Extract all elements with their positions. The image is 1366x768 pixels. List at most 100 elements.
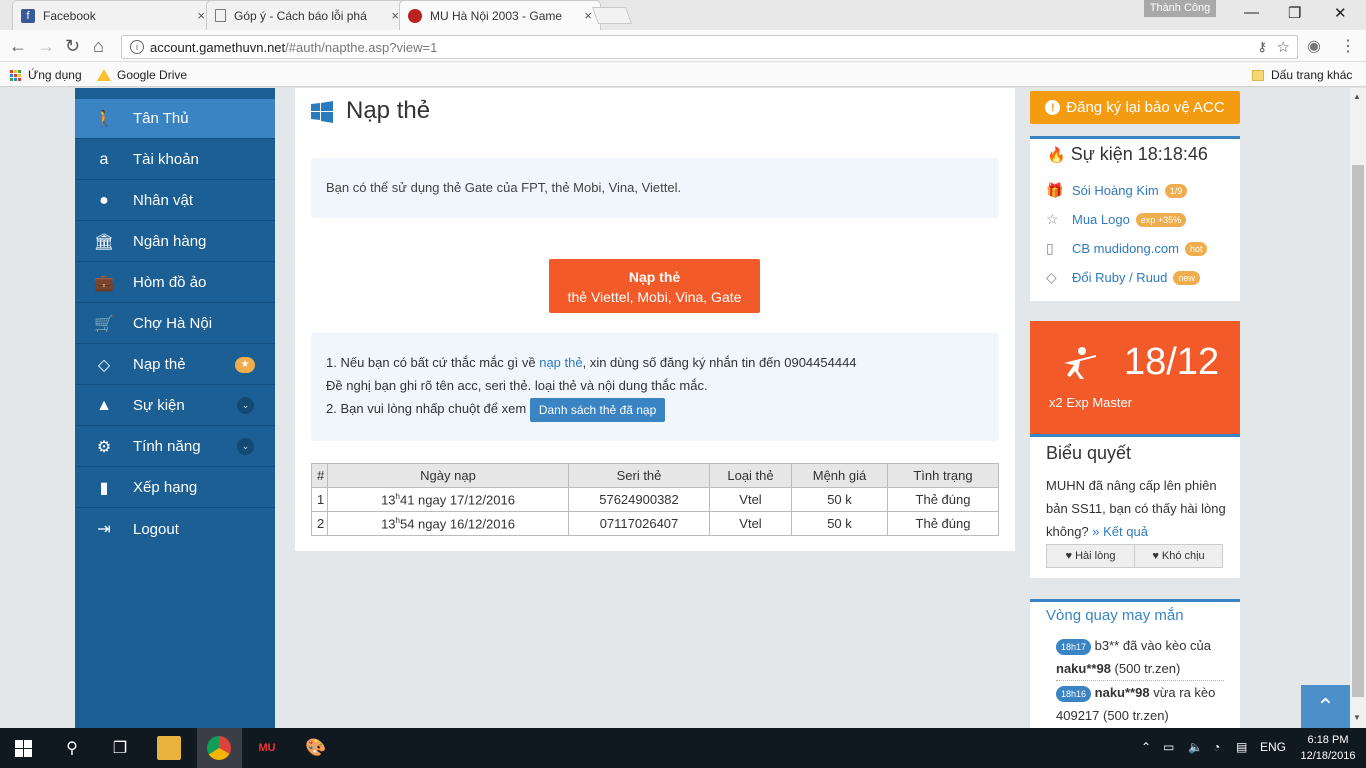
scroll-to-top-button[interactable]: ⌃ bbox=[1301, 685, 1350, 728]
event-tag: new bbox=[1173, 270, 1200, 285]
clock-date: 12/18/2016 bbox=[1300, 750, 1356, 762]
card-history-button[interactable]: Danh sách thẻ đã nạp bbox=[529, 397, 666, 422]
cell-type: Vtel bbox=[709, 487, 792, 512]
volume-icon[interactable]: 🔈 bbox=[1188, 740, 1203, 754]
tab-gop-y[interactable]: Góp ý - Cách báo lỗi phá × bbox=[206, 0, 408, 30]
bookmark-apps[interactable]: Ứng dụng bbox=[10, 68, 82, 82]
diamond-icon: ◇ bbox=[97, 356, 111, 374]
chevron-down-icon[interactable]: ⌄ bbox=[237, 438, 254, 455]
col-header: # bbox=[311, 463, 328, 488]
cell-index: 2 bbox=[311, 511, 328, 536]
url-path: /#auth/napthe.asp?view=1 bbox=[285, 39, 438, 55]
table-row: 1 13h41 ngay 17/12/2016 57624900382 Vtel… bbox=[311, 487, 999, 512]
register-protection-button[interactable]: ! Đăng ký lại bảo vệ ACC bbox=[1030, 91, 1240, 124]
info-line1-text: 1. Nếu bạn có bất cứ thắc mắc gì về bbox=[326, 355, 540, 370]
event-tag: hot bbox=[1184, 241, 1208, 256]
star-badge-icon: ★ bbox=[235, 356, 255, 373]
nap-the-button[interactable]: Nạp thẻ thẻ Viettel, Mobi, Vina, Gate bbox=[549, 259, 760, 313]
sidebar-item-label: Logout bbox=[133, 520, 179, 538]
language-indicator[interactable]: ENG bbox=[1260, 740, 1286, 754]
sidebar-item-tinh-nang[interactable]: ⚙ Tính năng ⌄ bbox=[75, 427, 275, 467]
maximize-button[interactable]: ❐ bbox=[1288, 4, 1301, 22]
task-view-icon[interactable]: ❐ bbox=[108, 736, 132, 760]
reload-icon[interactable]: ↻ bbox=[65, 36, 80, 57]
sidebar-item-tan-thu[interactable]: 🚶 Tân Thủ bbox=[75, 99, 275, 139]
sidebar-item-su-kien[interactable]: ▲ Sự kiện ⌄ bbox=[75, 386, 275, 426]
star-icon[interactable]: ☆ bbox=[1277, 38, 1290, 56]
tab-mu-hanoi[interactable]: MU Hà Nội 2003 - Game × bbox=[399, 0, 601, 30]
paint-icon[interactable]: 🎨 bbox=[304, 736, 328, 760]
extension-icon[interactable]: ◉ bbox=[1307, 36, 1321, 56]
col-header: Mệnh giá bbox=[791, 463, 888, 488]
notice-text: Bạn có thể sử dụng thẻ Gate của FPT, thẻ… bbox=[326, 180, 682, 195]
sidebar-item-logout[interactable]: ⇥ Logout bbox=[75, 509, 275, 549]
new-tab-button[interactable] bbox=[591, 7, 633, 24]
android-icon: ▲ bbox=[96, 396, 112, 414]
tab-title: Facebook bbox=[43, 8, 96, 23]
back-icon[interactable]: ← bbox=[9, 36, 27, 57]
event-item[interactable]: ◇ Đổi Ruby / Ruud new bbox=[1046, 269, 1200, 286]
event-item[interactable]: 🎁 Sói Hoàng Kim 1/9 bbox=[1046, 182, 1188, 199]
facebook-icon: f bbox=[21, 8, 35, 23]
tray-expand-icon[interactable]: ⌃ bbox=[1141, 740, 1151, 754]
col-header: Tình trạng bbox=[887, 463, 999, 488]
info-line2: Đề nghị bạn ghi rõ tên acc, seri thẻ. lo… bbox=[326, 378, 708, 393]
address-bar[interactable]: i account.gamethuvn.net/#auth/napthe.asp… bbox=[121, 35, 1298, 59]
windows-start-icon[interactable] bbox=[15, 740, 32, 757]
event-label: Mua Logo bbox=[1072, 212, 1130, 227]
info-line1-tail: , xin dùng số đăng ký nhắn tin đến 09044… bbox=[582, 355, 857, 370]
tab-facebook[interactable]: f Facebook × bbox=[12, 0, 214, 30]
page-icon bbox=[215, 9, 226, 22]
event-item[interactable]: ☆ Mua Logo exp +35% bbox=[1046, 211, 1187, 228]
close-window-button[interactable]: ✕ bbox=[1334, 4, 1347, 22]
poll-yes-button[interactable]: ♥ Hài lòng bbox=[1046, 544, 1135, 568]
sidebar-item-ngan-hang[interactable]: 🏛 Ngân hàng bbox=[75, 222, 275, 262]
minimize-button[interactable]: — bbox=[1244, 4, 1259, 21]
cell-date: 13h54 ngay 16/12/2016 bbox=[327, 511, 569, 536]
tab-close-icon[interactable]: × bbox=[391, 8, 399, 23]
mu-game-icon[interactable]: MU bbox=[255, 736, 279, 760]
home-icon[interactable]: ⌂ bbox=[93, 36, 104, 57]
chevron-down-icon[interactable]: ⌄ bbox=[237, 397, 254, 414]
sidebar-item-cho-ha-noi[interactable]: 🛒 Chợ Hà Nội bbox=[75, 304, 275, 344]
promo-banner[interactable]: 18/12 x2 Exp Master bbox=[1030, 321, 1240, 434]
notification-icon[interactable]: ▤ bbox=[1236, 740, 1247, 754]
sidebar-item-xep-hang[interactable]: ▮ Xếp hạng bbox=[75, 468, 275, 508]
key-icon[interactable]: ⚷ bbox=[1257, 39, 1267, 55]
sidebar-item-tai-khoan[interactable]: a Tài khoản bbox=[75, 140, 275, 180]
event-tag: exp +35% bbox=[1135, 212, 1187, 227]
bookmark-other[interactable]: Dấu trang khác bbox=[1252, 68, 1352, 82]
file-explorer-icon[interactable] bbox=[157, 736, 181, 760]
nap-the-link[interactable]: nạp thẻ bbox=[539, 355, 582, 370]
menu-icon[interactable]: ⋮ bbox=[1340, 36, 1356, 56]
info-icon[interactable]: i bbox=[130, 40, 144, 54]
profile-badge[interactable]: Thành Công bbox=[1144, 0, 1216, 17]
scroll-down-arrow-icon[interactable]: ▼ bbox=[1353, 713, 1361, 722]
tab-close-icon[interactable]: × bbox=[584, 8, 592, 23]
cell-status: Thẻ đúng bbox=[887, 511, 999, 536]
sidebar-item-nap-the[interactable]: ◇ Nạp thẻ ★ bbox=[75, 345, 275, 385]
battery-icon[interactable]: ▭ bbox=[1163, 740, 1174, 754]
event-title: 🔥 Sự kiện 18:18:46 bbox=[1047, 144, 1208, 164]
google-drive-icon bbox=[97, 69, 111, 81]
heart-broken-icon: ♥ bbox=[1152, 550, 1159, 562]
poll-results-link[interactable]: » Kết quả bbox=[1092, 524, 1148, 539]
nap-button-subtitle: thẻ Viettel, Mobi, Vina, Gate bbox=[567, 289, 742, 305]
chrome-icon[interactable] bbox=[207, 736, 231, 760]
folder-icon bbox=[1252, 69, 1264, 81]
poll-no-button[interactable]: ♥ Khó chịu bbox=[1134, 544, 1223, 568]
event-item[interactable]: ▯ CB mudidong.com hot bbox=[1046, 240, 1208, 257]
tab-close-icon[interactable]: × bbox=[197, 8, 205, 23]
sidebar-item-hom-do-ao[interactable]: 💼 Hòm đồ ảo bbox=[75, 263, 275, 303]
scroll-up-arrow-icon[interactable]: ▲ bbox=[1353, 92, 1361, 101]
cell-status: Thẻ đúng bbox=[887, 487, 999, 512]
sidebar-item-nhan-vat[interactable]: ● Nhân vật bbox=[75, 181, 275, 221]
user-icon: ● bbox=[99, 191, 109, 209]
clock[interactable]: 6:18 PM 12/18/2016 bbox=[1300, 732, 1356, 764]
search-icon[interactable]: ⚲ bbox=[60, 736, 84, 760]
forward-icon[interactable]: → bbox=[37, 36, 55, 57]
scrollbar-thumb[interactable] bbox=[1352, 165, 1364, 697]
heart-icon: ♥ bbox=[1065, 550, 1073, 562]
bookmark-google-drive[interactable]: Google Drive bbox=[97, 68, 187, 82]
wifi-icon[interactable]: ◔ bbox=[1213, 740, 1220, 754]
